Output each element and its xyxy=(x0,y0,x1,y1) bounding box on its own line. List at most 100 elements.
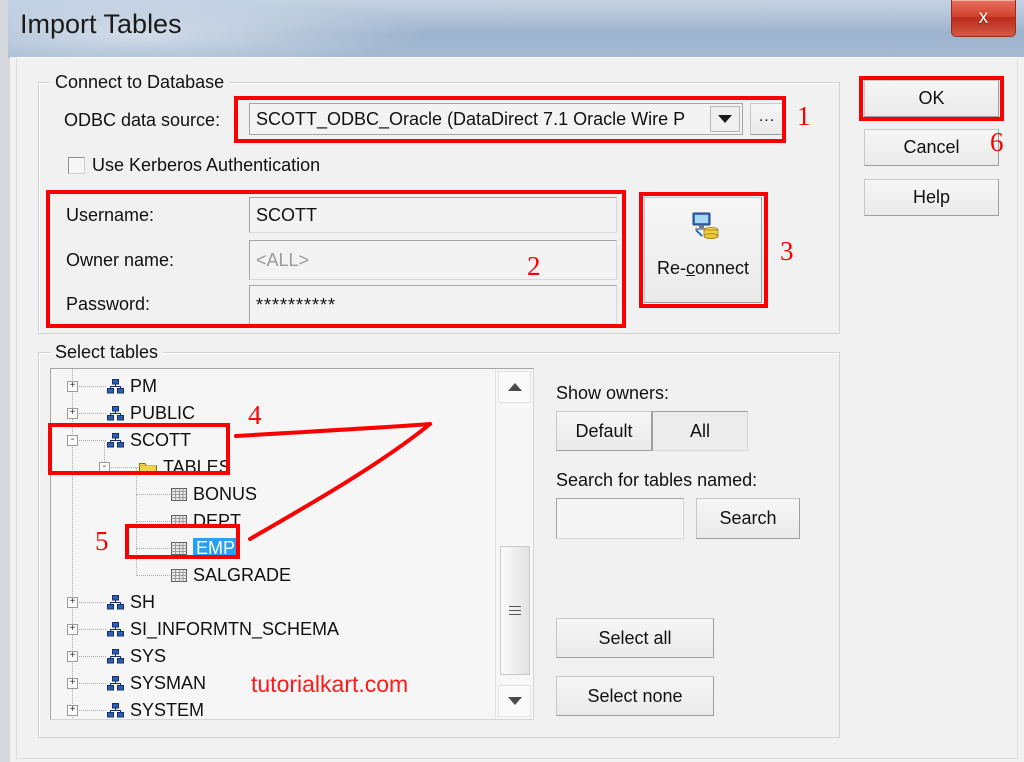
reconnect-button[interactable]: Re-connect xyxy=(644,197,762,303)
folder-icon xyxy=(139,460,157,475)
owner-icon xyxy=(107,649,124,664)
show-owners-label: Show owners: xyxy=(556,383,669,404)
tree-item[interactable]: BONUS xyxy=(171,481,257,508)
tree-connector-line xyxy=(73,602,107,603)
search-input[interactable] xyxy=(556,498,684,539)
tree-connector-line xyxy=(73,440,107,441)
owner-icon xyxy=(107,595,124,610)
tree-item-label: PUBLIC xyxy=(130,403,195,424)
table-icon xyxy=(171,541,187,556)
owner-icon xyxy=(107,703,124,718)
tree-item[interactable]: SYS xyxy=(107,643,166,670)
use-kerberos-checkbox[interactable] xyxy=(68,157,85,174)
tree-item[interactable]: SALGRADE xyxy=(171,562,291,589)
help-button[interactable]: Help xyxy=(864,179,999,216)
tree-item[interactable]: SH xyxy=(107,589,155,616)
tree-item[interactable]: PM xyxy=(107,373,157,400)
tree-connector-line xyxy=(137,548,171,549)
computer-database-icon xyxy=(686,212,720,242)
odbc-data-source-combo[interactable]: SCOTT_ODBC_Oracle (DataDirect 7.1 Oracle… xyxy=(249,103,743,135)
table-icon xyxy=(171,568,187,583)
tree-vertical-scrollbar[interactable] xyxy=(495,369,533,719)
tree-item-label: SALGRADE xyxy=(193,565,291,586)
tree-item[interactable]: PUBLIC xyxy=(107,400,195,427)
close-icon: x xyxy=(979,7,989,29)
odbc-browse-button[interactable]: ... xyxy=(750,103,784,135)
select-all-label: Select all xyxy=(598,628,671,649)
tree-connector-line xyxy=(137,494,171,495)
tree-item-label: TABLES xyxy=(163,457,231,478)
tree-expand-icon[interactable]: + xyxy=(67,381,78,392)
tree-connector-line xyxy=(73,629,107,630)
watermark: tutorialkart.com xyxy=(251,671,408,698)
scroll-down-button[interactable] xyxy=(498,685,531,717)
owner-name-label: Owner name: xyxy=(66,250,174,271)
tree-connector-line xyxy=(73,683,107,684)
chevron-down-icon xyxy=(508,697,522,705)
tree-item-label: BONUS xyxy=(193,484,257,505)
tree-connector-line xyxy=(105,467,139,468)
tree-collapse-icon[interactable]: - xyxy=(99,462,110,473)
password-label: Password: xyxy=(66,294,150,315)
tree-item[interactable]: SCOTT xyxy=(107,427,191,454)
close-button[interactable]: x xyxy=(951,0,1016,37)
password-input[interactable]: ********** xyxy=(249,285,617,325)
tree-item-label: SYSMAN xyxy=(130,673,206,694)
username-input[interactable]: SCOTT xyxy=(249,197,617,233)
window-title: Import Tables xyxy=(20,9,182,40)
tree-expand-icon[interactable]: + xyxy=(67,651,78,662)
tree-item[interactable]: DEPT xyxy=(171,508,241,535)
select-none-button[interactable]: Select none xyxy=(556,676,714,716)
tree-item-label: SCOTT xyxy=(130,430,191,451)
tables-tree[interactable]: + PM + PUBLIC - SCOTT - TABLES BONUS DEPT EMP SALGR… xyxy=(50,368,534,720)
tree-item[interactable]: TABLES xyxy=(139,454,231,481)
show-owners-default-button[interactable]: Default xyxy=(556,411,652,451)
tree-expand-icon[interactable]: + xyxy=(67,678,78,689)
owner-icon xyxy=(107,379,124,394)
username-value: SCOTT xyxy=(256,205,317,226)
chevron-up-icon xyxy=(508,383,522,391)
ok-button[interactable]: OK xyxy=(864,80,999,117)
tree-trunk-line xyxy=(136,549,137,576)
reconnect-label: Re-connect xyxy=(657,258,749,279)
odbc-data-source-label: ODBC data source: xyxy=(64,110,220,131)
owner-name-input[interactable]: <ALL> xyxy=(249,240,617,280)
show-owners-all-button[interactable]: All xyxy=(652,411,748,451)
owner-icon xyxy=(107,622,124,637)
tree-collapse-icon[interactable]: - xyxy=(67,435,78,446)
tree-item[interactable]: SYSMAN xyxy=(107,670,206,697)
password-value: ********** xyxy=(256,295,336,316)
search-tables-label: Search for tables named: xyxy=(556,470,757,491)
import-tables-dialog: Import Tables x Connect to Database ODBC… xyxy=(0,0,1024,762)
table-icon xyxy=(171,514,187,529)
search-button[interactable]: Search xyxy=(696,498,800,539)
tree-expand-icon[interactable]: + xyxy=(67,624,78,635)
tree-item[interactable]: SI_INFORMTN_SCHEMA xyxy=(107,616,339,643)
tree-item-label: SYS xyxy=(130,646,166,667)
tree-connector-line xyxy=(137,575,171,576)
help-label: Help xyxy=(913,187,950,208)
tree-connector-line xyxy=(137,521,171,522)
tree-expand-icon[interactable]: + xyxy=(67,408,78,419)
scrollbar-thumb[interactable] xyxy=(500,546,530,675)
tree-item[interactable]: EMP xyxy=(171,535,238,562)
search-button-label: Search xyxy=(719,508,776,529)
tree-trunk-line xyxy=(72,369,73,719)
owner-icon xyxy=(107,433,124,448)
tree-connector-line xyxy=(73,386,107,387)
tree-expand-icon[interactable]: + xyxy=(67,705,78,716)
chevron-down-icon[interactable] xyxy=(710,106,740,132)
tree-expand-icon[interactable]: + xyxy=(67,597,78,608)
select-all-button[interactable]: Select all xyxy=(556,618,714,658)
tree-item[interactable]: SYSTEM xyxy=(107,697,204,719)
odbc-browse-label: ... xyxy=(759,108,775,126)
username-label: Username: xyxy=(66,205,154,226)
desktop-backdrop-left xyxy=(0,0,9,762)
tree-item-label: DEPT xyxy=(193,511,241,532)
scroll-up-button[interactable] xyxy=(498,371,531,403)
select-none-label: Select none xyxy=(587,686,682,707)
tree-trunk-line xyxy=(136,522,137,549)
tree-trunk-line xyxy=(136,495,137,522)
show-owners-all-label: All xyxy=(690,421,710,442)
cancel-button[interactable]: Cancel xyxy=(864,129,999,166)
